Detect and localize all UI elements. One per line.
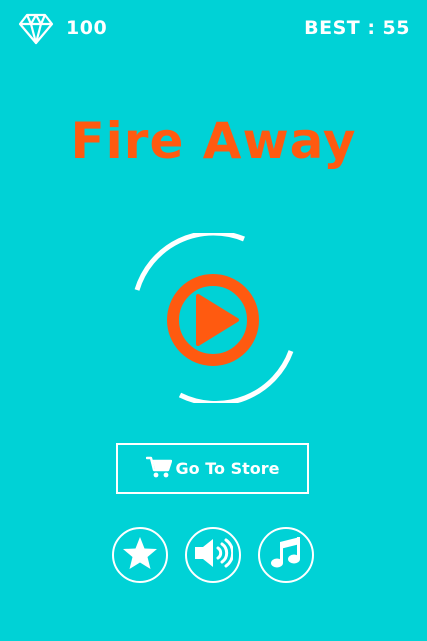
play-icon [196, 294, 239, 346]
sound-toggle-button[interactable] [185, 527, 241, 583]
play-button[interactable] [130, 230, 300, 406]
star-icon [122, 536, 158, 574]
diamond-icon [18, 13, 54, 45]
rate-button[interactable] [112, 527, 168, 583]
music-note-icon [269, 536, 303, 574]
gem-count: 100 [66, 17, 108, 39]
music-toggle-button[interactable] [258, 527, 314, 583]
best-score: BEST : 55 [304, 17, 410, 39]
cart-icon [145, 455, 176, 483]
speaker-icon [193, 536, 235, 574]
top-bar: 100 BEST : 55 [0, 0, 427, 60]
go-to-store-button[interactable]: Go To Store [116, 443, 309, 494]
game-title: Fire Away [70, 112, 357, 170]
store-label: Go To Store [175, 459, 280, 478]
